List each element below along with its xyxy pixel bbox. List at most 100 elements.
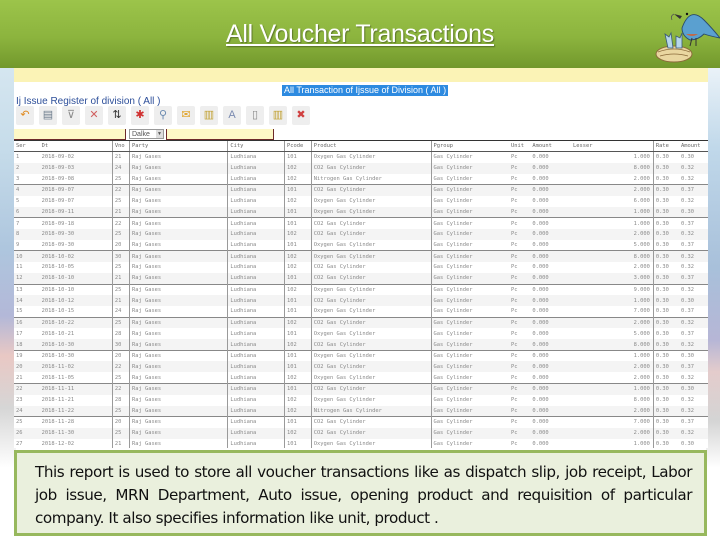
table-cell: 0.30 xyxy=(652,306,680,318)
chevron-down-icon[interactable]: ▼ xyxy=(156,130,163,138)
table-cell: 24 xyxy=(111,306,130,318)
table-row[interactable]: 5 2018-09-07 25 Raj Gases Ludhiana 102 Oxygen … xyxy=(14,195,708,207)
remove-sort-button[interactable]: ✱ xyxy=(131,106,149,125)
table-cell: 0.32 xyxy=(679,173,708,185)
print-button[interactable]: ▤ xyxy=(39,106,57,125)
table-cell: Ludhiana xyxy=(227,283,285,296)
table-cell: Gas Cylinder xyxy=(430,416,510,428)
column-header[interactable]: Product xyxy=(310,140,431,152)
table-cell: Gas Cylinder xyxy=(430,295,510,307)
table-cell: Pc xyxy=(509,372,531,384)
table-row[interactable]: 26 2018-11-30 25 Raj Gases Ludhiana 102 CO2 Ga… xyxy=(14,427,708,439)
table-cell: CO2 Gas Cylinder xyxy=(310,261,431,274)
column-header[interactable]: Amount xyxy=(679,140,708,152)
table-cell: 0.000 xyxy=(530,306,572,318)
table-cell: CO2 Gas Cylinder xyxy=(310,339,431,351)
table-row[interactable]: 13 2018-10-10 25 Raj Gases Ludhiana 102 Oxygen… xyxy=(14,283,708,296)
table-cell: 25 xyxy=(111,261,130,274)
table-cell: 0.30 xyxy=(652,261,680,274)
table-cell: 0.32 xyxy=(679,405,708,417)
table-row[interactable]: 22 2018-11-11 22 Raj Gases Ludhiana 101 CO2 Ga… xyxy=(14,382,708,395)
slide: All Voucher Transactions All Transaction… xyxy=(0,0,720,540)
table-row[interactable]: 4 2018-09-07 22 Raj Gases Ludhiana 101 CO2 Gas… xyxy=(14,184,708,196)
backdrop-strip-right xyxy=(706,68,720,468)
column-header[interactable]: Ser xyxy=(14,140,40,152)
table-cell: 0.30 xyxy=(679,438,708,448)
filter-operator-select[interactable]: Dalke ▼ xyxy=(129,129,164,139)
table-cell: 0.000 xyxy=(530,173,572,185)
table-cell: Gas Cylinder xyxy=(430,195,510,207)
email-button[interactable]: ✉ xyxy=(177,106,195,125)
table-row[interactable]: 2 2018-09-03 24 Raj Gases Ludhiana 102 CO2 Gas… xyxy=(14,162,708,174)
table-row[interactable]: 19 2018-10-30 20 Raj Gases Ludhiana 101 Oxygen… xyxy=(14,349,708,362)
columns-button[interactable]: ▥ xyxy=(200,106,218,125)
header-band: All Voucher Transactions xyxy=(0,0,720,68)
sort-az-button[interactable]: ⇅ xyxy=(108,106,126,125)
filter-button[interactable]: ⊽ xyxy=(62,106,80,125)
table-header-row: Ser Dt Vno Party City Pcode Product Pgroup Unit A… xyxy=(14,140,708,152)
column-header[interactable]: Unit xyxy=(509,140,531,152)
table-cell: Ludhiana xyxy=(227,405,285,417)
table-row[interactable]: 20 2018-11-02 22 Raj Gases Ludhiana 101 CO2 Ga… xyxy=(14,361,708,373)
table-cell: 0.30 xyxy=(652,206,680,218)
table-cell: 0.37 xyxy=(679,328,708,340)
table-cell: Pc xyxy=(509,349,531,362)
table-cell: CO2 Gas Cylinder xyxy=(310,416,431,428)
table-row[interactable]: 8 2018-09-30 25 Raj Gases Ludhiana 102 CO2 Gas… xyxy=(14,228,708,240)
table-cell: 30 xyxy=(111,250,130,262)
search-button[interactable]: ⚲ xyxy=(154,106,172,125)
table-row[interactable]: 24 2018-11-22 25 Raj Gases Ludhiana 102 Nitrog… xyxy=(14,405,708,417)
table-row[interactable]: 1 2018-09-02 21 Raj Gases Ludhiana 101 Oxygen … xyxy=(14,151,708,163)
column-header[interactable]: Lesser xyxy=(571,140,654,152)
column-header[interactable]: City xyxy=(227,140,285,152)
column-header[interactable]: Dt xyxy=(39,140,113,152)
column-header[interactable]: Amount xyxy=(530,140,572,152)
table-cell: 0.30 xyxy=(652,405,680,417)
table-row[interactable]: 27 2018-12-02 21 Raj Gases Ludhiana 101 Oxygen… xyxy=(14,438,708,448)
table-row[interactable]: 9 2018-09-30 20 Raj Gases Ludhiana 101 Oxygen … xyxy=(14,239,708,251)
back-button[interactable]: ↶ xyxy=(16,106,34,125)
filter-field-input[interactable] xyxy=(14,129,126,140)
table-row[interactable]: 21 2018-11-05 25 Raj Gases Ludhiana 102 Oxygen… xyxy=(14,372,708,384)
table-cell: 102 xyxy=(284,228,312,240)
table-cell: 10 xyxy=(14,250,40,262)
table-row[interactable]: 12 2018-10-10 21 Raj Gases Ludhiana 101 CO2 Ga… xyxy=(14,273,708,285)
table-cell: Oxygen Gas Cylinder xyxy=(310,394,431,406)
table-cell: 6.000 xyxy=(571,195,654,207)
table-row[interactable]: 17 2018-10-21 28 Raj Gases Ludhiana 101 Oxygen… xyxy=(14,328,708,340)
table-cell: Pc xyxy=(509,416,531,428)
column-header[interactable]: Party xyxy=(128,140,228,152)
grid-button[interactable]: ▥ xyxy=(269,106,287,125)
table-cell: Gas Cylinder xyxy=(430,173,510,185)
table-row[interactable]: 14 2018-10-12 21 Raj Gases Ludhiana 101 CO2 Ga… xyxy=(14,295,708,307)
table-cell: 0.000 xyxy=(530,382,572,395)
filter-value-input[interactable] xyxy=(166,129,274,140)
table-row[interactable]: 16 2018-10-22 25 Raj Gases Ludhiana 102 CO2 Ga… xyxy=(14,316,708,329)
table-row[interactable]: 3 2018-09-08 25 Raj Gases Ludhiana 102 Nitroge… xyxy=(14,173,708,185)
table-row[interactable]: 15 2018-10-15 24 Raj Gases Ludhiana 101 Oxygen… xyxy=(14,306,708,318)
column-header[interactable]: Pgroup xyxy=(430,140,510,152)
table-row[interactable]: 10 2018-10-02 30 Raj Gases Ludhiana 102 Oxygen… xyxy=(14,250,708,262)
table-row[interactable]: 25 2018-11-28 20 Raj Gases Ludhiana 101 CO2 Ga… xyxy=(14,416,708,428)
document-button[interactable]: ▯ xyxy=(246,106,264,125)
close-report-button[interactable]: ✖ xyxy=(292,106,310,125)
clear-filter-button[interactable]: ✕ xyxy=(85,106,103,125)
table-cell: Pc xyxy=(509,261,531,274)
table-cell: 2018-09-30 xyxy=(39,228,113,240)
table-cell: 0.000 xyxy=(530,151,572,163)
column-header[interactable]: Rate xyxy=(652,140,680,152)
table-cell: 22 xyxy=(111,382,130,395)
column-header[interactable]: Pcode xyxy=(284,140,312,152)
table-cell: 0.37 xyxy=(679,184,708,196)
table-cell: 2018-11-28 xyxy=(39,416,113,428)
table-cell: 102 xyxy=(284,339,312,351)
table-cell: Raj Gases xyxy=(128,316,228,329)
table-row[interactable]: 23 2018-11-21 28 Raj Gases Ludhiana 102 Oxygen… xyxy=(14,394,708,406)
column-header[interactable]: Vno xyxy=(111,140,130,152)
table-row[interactable]: 6 2018-09-11 21 Raj Gases Ludhiana 101 Oxygen … xyxy=(14,206,708,218)
table-row[interactable]: 11 2018-10-05 25 Raj Gases Ludhiana 102 CO2 Ga… xyxy=(14,261,708,274)
table-cell: 0.000 xyxy=(530,250,572,262)
table-row[interactable]: 7 2018-09-18 22 Raj Gases Ludhiana 101 CO2 Gas… xyxy=(14,217,708,229)
table-row[interactable]: 18 2018-10-30 30 Raj Gases Ludhiana 102 CO2 Ga… xyxy=(14,339,708,351)
font-button[interactable]: A xyxy=(223,106,241,125)
